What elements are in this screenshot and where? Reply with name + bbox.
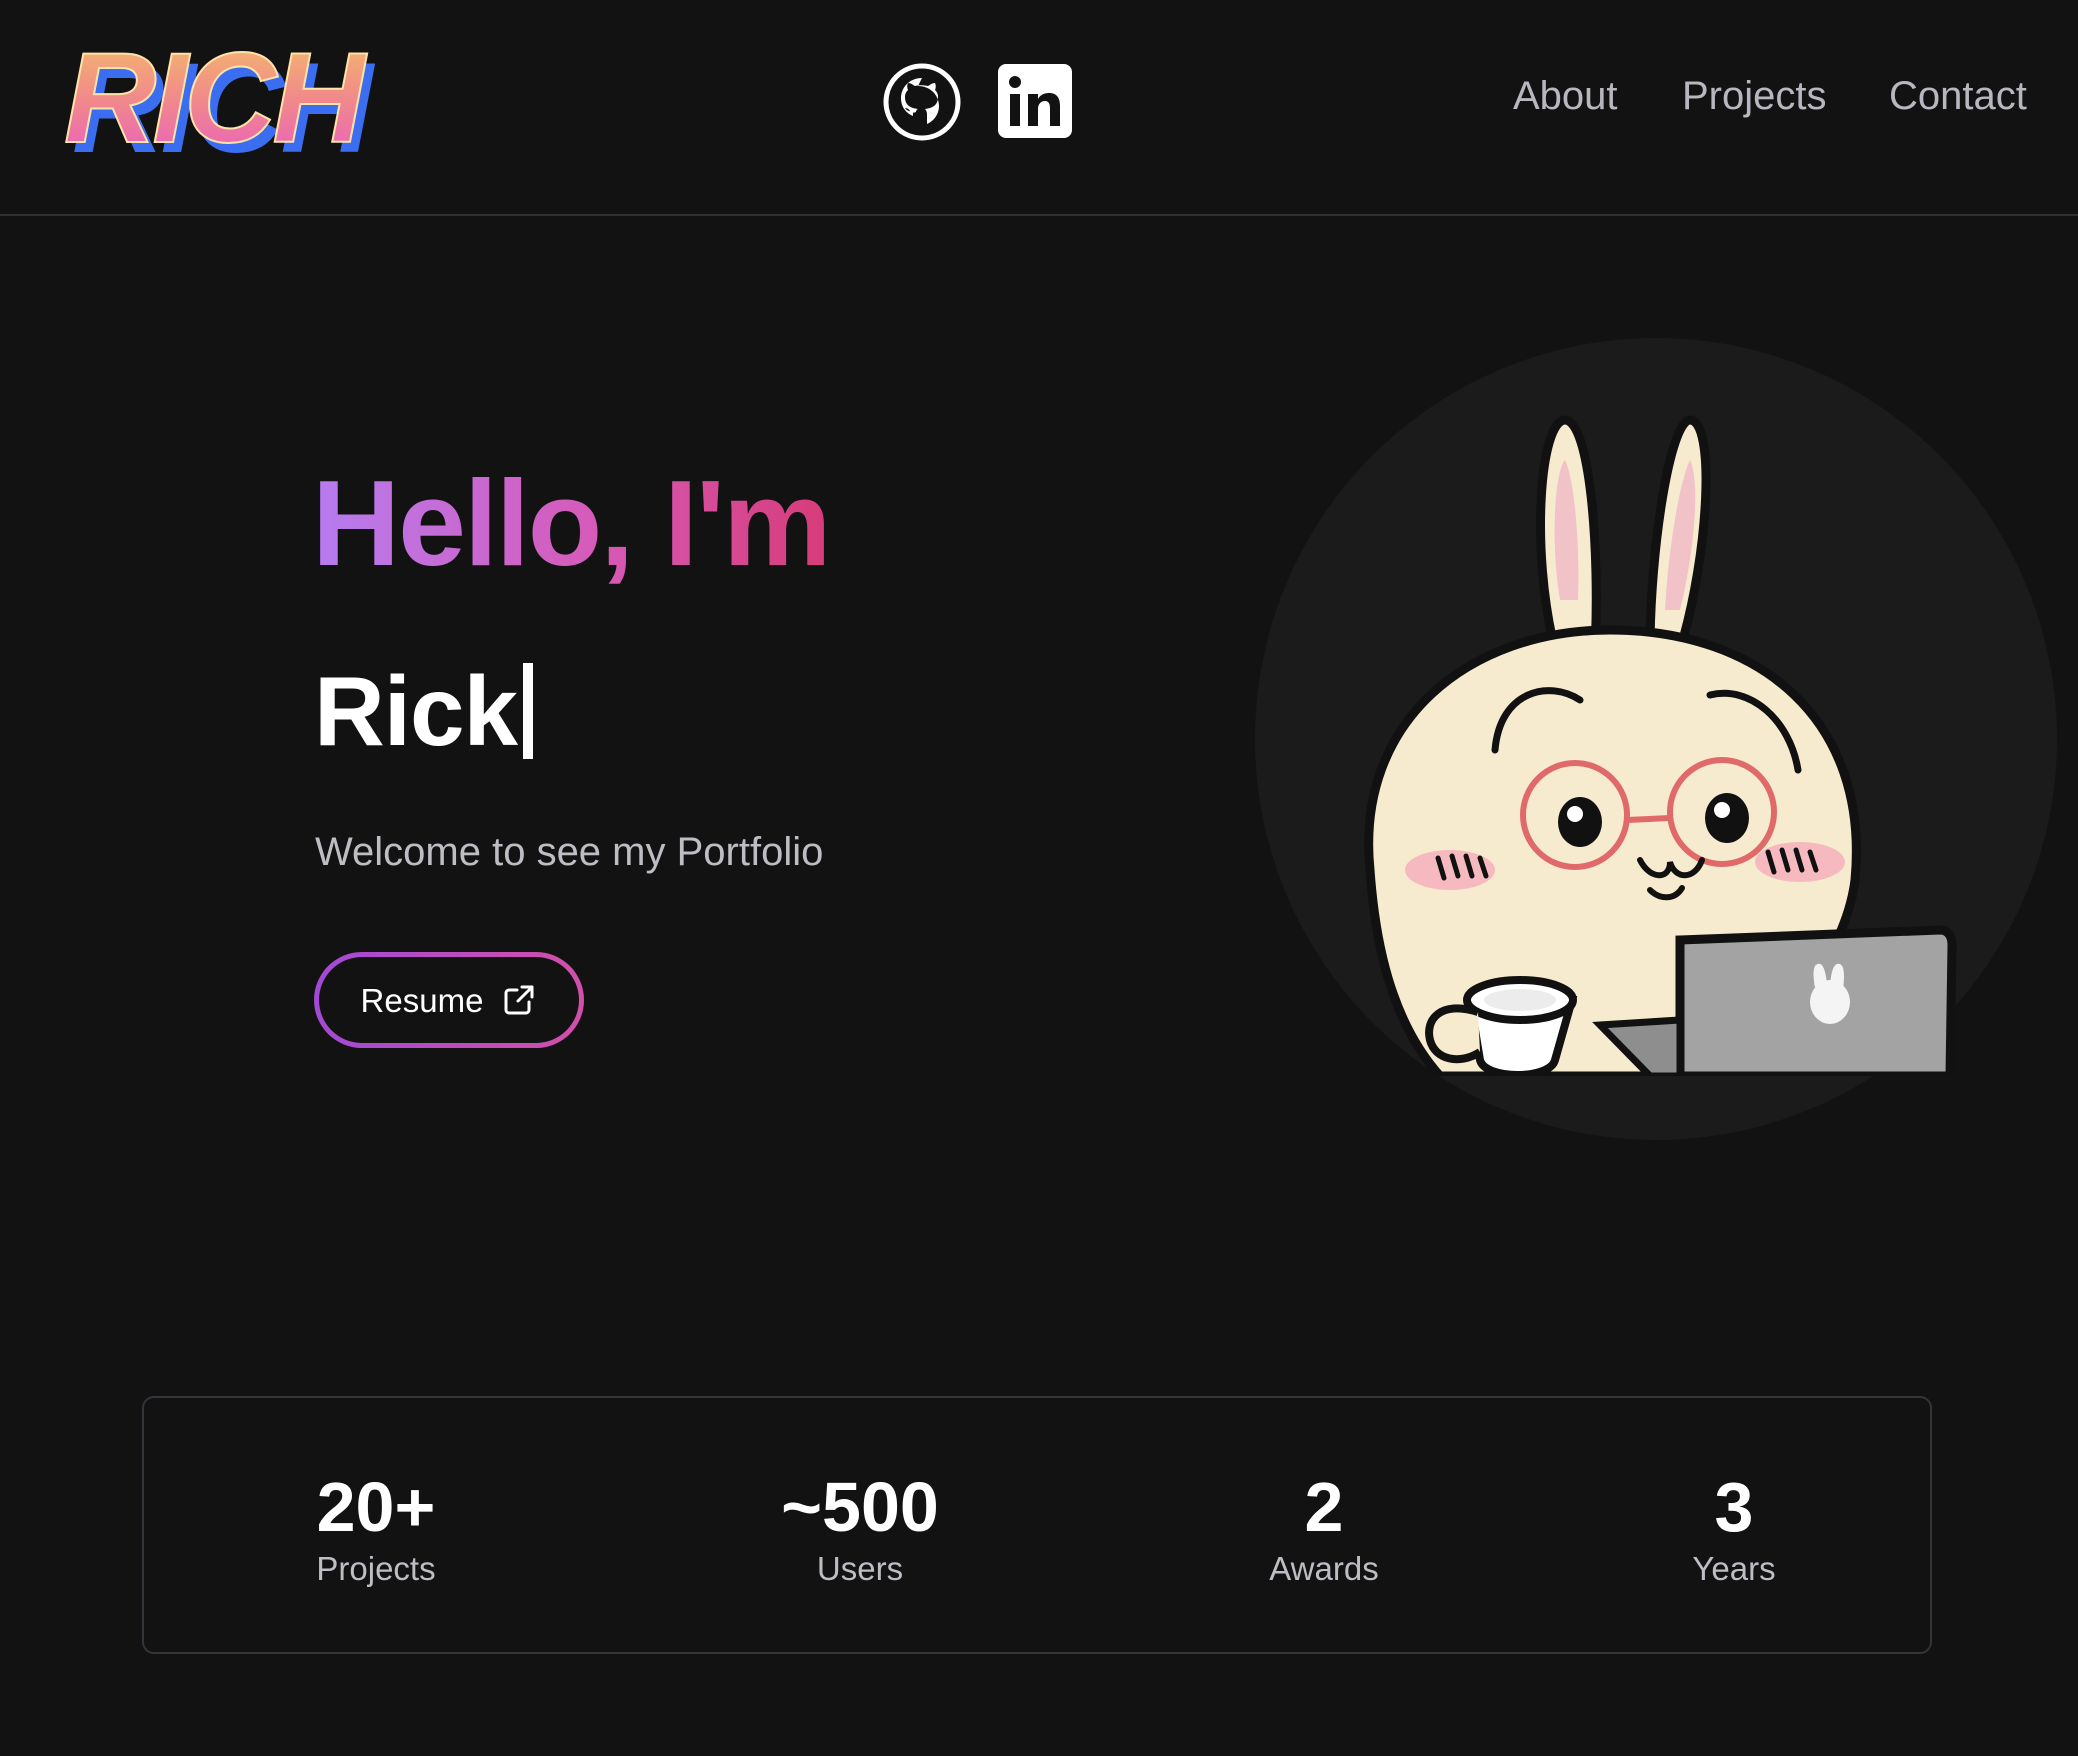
stat-label: Awards — [1269, 1550, 1379, 1587]
portfolio-page: RICH RICH About Projects Contact Hello, … — [0, 0, 2078, 1756]
hero-subtitle: Welcome to see my Portfolio — [315, 830, 824, 874]
stat-users: ~500 Users — [680, 1472, 1040, 1585]
bunny-with-laptop-illustration — [1364, 415, 1957, 1076]
stat-value: 20+ — [316, 1468, 436, 1546]
hero-name: Rick — [314, 656, 518, 766]
logo-text: RICH — [64, 30, 367, 170]
github-link[interactable] — [882, 62, 962, 142]
avatar — [1350, 400, 1970, 1076]
stat-value: 3 — [1714, 1468, 1754, 1546]
stat-value: ~500 — [781, 1468, 939, 1546]
linkedin-link[interactable] — [998, 64, 1072, 138]
stat-awards: 2 Awards — [1144, 1472, 1504, 1585]
nav-about[interactable]: About — [1513, 76, 1618, 116]
site-header: RICH RICH About Projects Contact — [0, 0, 2078, 216]
resume-button-inner: Resume — [319, 957, 579, 1043]
linkedin-icon — [998, 64, 1072, 138]
rich-logo[interactable]: RICH RICH — [58, 30, 438, 170]
external-link-icon — [504, 985, 534, 1015]
stat-label: Users — [816, 1550, 904, 1587]
resume-label: Resume — [360, 981, 484, 1019]
stat-label: Years — [1692, 1550, 1776, 1587]
stat-label: Projects — [316, 1550, 436, 1587]
stat-years: 3 Years — [1554, 1472, 1914, 1585]
hero-greeting: Hello, I'm — [312, 455, 831, 591]
hero-name-wrapper: Rick — [314, 662, 534, 760]
stat-value: 2 — [1304, 1468, 1344, 1546]
typing-caret — [523, 663, 534, 759]
nav-contact[interactable]: Contact — [1889, 76, 2027, 116]
github-icon — [883, 63, 961, 141]
logo-graphic: RICH RICH — [63, 30, 379, 170]
nav-projects[interactable]: Projects — [1682, 76, 1827, 116]
resume-button[interactable]: Resume — [314, 952, 584, 1048]
stats-panel: 20+ Projects ~500 Users 2 Awards 3 Years — [142, 1396, 1932, 1654]
stat-projects: 20+ Projects — [196, 1472, 556, 1585]
